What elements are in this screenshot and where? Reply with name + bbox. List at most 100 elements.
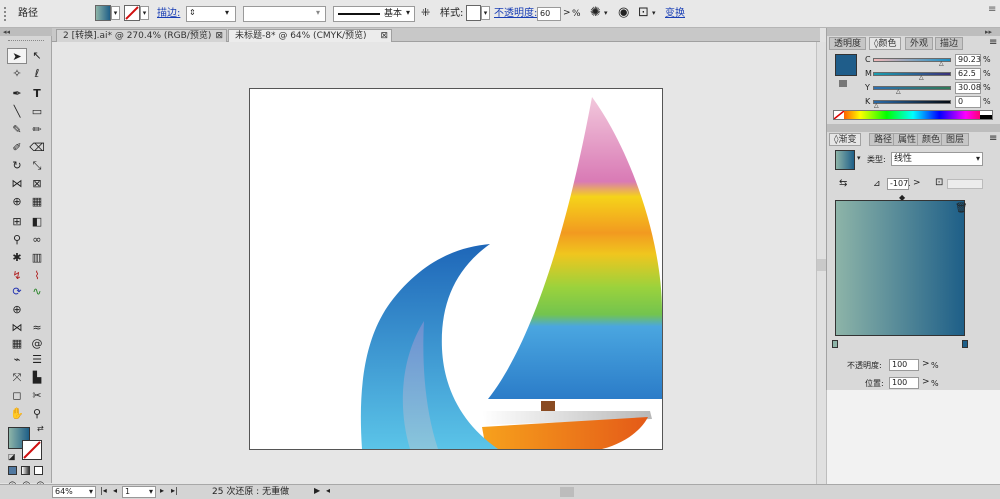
default-colors-icon[interactable]: ◪ <box>8 452 16 461</box>
paintbrush-tool-icon[interactable]: ✎ <box>7 122 27 138</box>
gradient-angle-input[interactable]: -107. <box>887 178 911 190</box>
line-segment-tool-icon[interactable]: ╲ <box>7 104 27 120</box>
pen-tool-icon[interactable]: ✒ <box>7 86 27 102</box>
join-tool-icon[interactable]: ∿ <box>27 284 47 300</box>
grip-handle[interactable] <box>4 7 10 21</box>
align-stroke-icon[interactable]: ⁜ <box>421 6 430 19</box>
chevron-down-icon[interactable]: ▾ <box>857 154 861 162</box>
status-menu-arrow-icon[interactable]: ▶ <box>314 486 320 495</box>
slider-marker-icon[interactable]: △ <box>939 60 944 67</box>
zoom-select[interactable]: 64% ▾ <box>52 486 96 498</box>
align-distribute-tool-icon[interactable]: ☰ <box>27 352 47 368</box>
first-artboard-icon[interactable]: |◂ <box>100 486 107 495</box>
measure-tool-icon[interactable]: ⤧ <box>7 370 27 386</box>
opacity-input[interactable]: 60 <box>537 7 561 21</box>
gradient-stop-end[interactable] <box>962 340 968 348</box>
stroke-dropdown-chevron-down-icon[interactable]: ▾ <box>140 6 149 20</box>
magic-wand-tool-icon[interactable]: ✧ <box>7 66 27 82</box>
channel-m-slider[interactable]: △ <box>873 72 951 81</box>
channel-c-slider[interactable]: △ <box>873 58 951 67</box>
panel-menu-icon[interactable]: ≡ <box>988 4 996 15</box>
perspective-grid-tool-icon[interactable]: ⊞ <box>7 214 27 230</box>
twirl-tool-icon[interactable]: @ <box>27 336 47 352</box>
channel-c-input[interactable]: 90.23 <box>955 54 981 66</box>
opacity-flyout-arrow-icon[interactable]: > <box>922 359 930 369</box>
panel-menu-icon[interactable]: ≡ <box>989 37 997 48</box>
sail-shape[interactable] <box>488 97 662 399</box>
chevron-down-icon[interactable]: ▾ <box>481 6 490 20</box>
warp-tool-icon[interactable]: ≈ <box>27 320 47 336</box>
close-tab-icon[interactable]: ⊠ <box>215 30 223 42</box>
fill-dropdown-chevron-down-icon[interactable]: ▾ <box>111 6 120 20</box>
fill-swatch[interactable] <box>95 5 111 21</box>
pencil-tool-icon[interactable]: ✏ <box>27 122 47 138</box>
crosshair-tool-icon[interactable]: ⊕ <box>7 302 27 318</box>
toolbox-grip[interactable] <box>8 40 44 43</box>
artboard-tool-icon[interactable]: ◻ <box>7 388 27 404</box>
eyedropper-tool-icon[interactable]: ⚲ <box>7 232 27 248</box>
swap-fill-stroke-icon[interactable]: ⇄ <box>37 424 44 433</box>
hand-tool-icon[interactable]: ✋ <box>7 406 27 422</box>
slice-tool-icon[interactable]: ✂ <box>27 388 47 404</box>
collapse-panel-icon[interactable]: ◂◂ <box>0 28 52 36</box>
close-tab-icon[interactable]: ⊠ <box>380 30 388 42</box>
trash-icon[interactable]: 🗑 <box>955 203 968 214</box>
column-graph-tool-icon[interactable]: ▥ <box>27 250 47 266</box>
reverse-gradient-icon[interactable]: ⇆ <box>839 178 847 189</box>
stroke-panel-link[interactable]: 描边: <box>157 8 180 20</box>
scrollbar-thumb[interactable] <box>817 259 826 271</box>
expand-panels-icon[interactable]: ▸▸ <box>827 28 1000 36</box>
chevron-down-icon[interactable]: ▾ <box>652 9 656 17</box>
graph-tool-icon[interactable]: ▙ <box>27 370 47 386</box>
isolate-object-icon[interactable]: ◉ <box>618 5 629 20</box>
channel-k-slider[interactable]: △ <box>873 100 951 109</box>
envelope-distort-tool-icon[interactable]: ⋈ <box>7 320 27 336</box>
slider-marker-icon[interactable]: △ <box>896 88 901 95</box>
color-spectrum-bar[interactable] <box>833 110 993 120</box>
opacity-flyout-arrow-icon[interactable]: > <box>563 8 571 18</box>
none-mode-icon[interactable] <box>34 466 43 475</box>
scale-tool-icon[interactable]: ⤡ <box>27 158 47 174</box>
document-tab-1[interactable]: 2 [转换].ai* @ 270.4% (RGB/预览) ⊠ <box>56 29 227 42</box>
channel-m-input[interactable]: 62.5 <box>955 68 981 80</box>
align-icon[interactable]: ⊡ <box>638 5 649 20</box>
transform-link[interactable]: 变换 <box>665 8 685 20</box>
stop-location-input[interactable]: 100 <box>889 377 919 389</box>
reshape-tool-icon[interactable]: ↯ <box>7 268 27 284</box>
black-white-swatch[interactable] <box>980 111 992 119</box>
document-tab-2[interactable]: 未标题-8* @ 64% (CMYK/预览) ⊠ <box>228 29 392 42</box>
aspect-ratio-input[interactable] <box>947 179 983 189</box>
gradient-preview-box[interactable] <box>835 200 965 336</box>
gradient-mode-icon[interactable] <box>21 466 30 475</box>
chevron-down-icon[interactable]: ▾ <box>604 9 608 17</box>
color-mode-icon[interactable] <box>8 466 17 475</box>
sailboat-artwork[interactable] <box>250 89 662 449</box>
previous-artboard-icon[interactable]: ◂ <box>113 486 117 495</box>
channel-y-slider[interactable]: △ <box>873 86 951 95</box>
width-tool-icon[interactable]: ⋈ <box>7 176 27 192</box>
eraser-tool-icon[interactable]: ⌫ <box>27 140 47 156</box>
current-color-swatch[interactable] <box>835 54 857 76</box>
channel-k-input[interactable]: 0 <box>955 96 981 108</box>
gradient-preview-swatch[interactable] <box>835 150 855 170</box>
location-flyout-arrow-icon[interactable]: > <box>922 377 930 387</box>
tab-gradient[interactable]: ◊渐变 <box>829 133 862 146</box>
recolor-artwork-icon[interactable]: ✺ <box>590 5 601 20</box>
free-transform-tool-icon[interactable]: ⊠ <box>27 176 47 192</box>
blob-brush-tool-icon[interactable]: ✐ <box>7 140 27 156</box>
selection-tool-icon[interactable]: ➤ <box>7 48 27 64</box>
gradient-type-select[interactable]: 线性 ▾ <box>891 152 983 166</box>
brush-definition-select[interactable]: 基本 ▾ <box>333 6 415 22</box>
tab-color[interactable]: ◊颜色 <box>869 37 902 50</box>
zoom-tool-icon[interactable]: ⚲ <box>27 406 47 422</box>
type-tool-icon[interactable]: T <box>27 86 47 102</box>
channel-y-input[interactable]: 30.08 <box>955 82 981 94</box>
gradient-stop-start[interactable] <box>832 340 838 348</box>
graphic-style-swatch[interactable] <box>466 5 481 21</box>
artboard[interactable] <box>249 88 663 450</box>
tab-transparency[interactable]: 透明度 <box>829 37 867 50</box>
stop-opacity-input[interactable]: 100 <box>889 359 919 371</box>
next-artboard-icon[interactable]: ▸ <box>160 486 164 495</box>
shape-builder-tool-icon[interactable]: ⊕ <box>7 194 27 210</box>
tab-appearance[interactable]: 外观 <box>905 37 934 50</box>
